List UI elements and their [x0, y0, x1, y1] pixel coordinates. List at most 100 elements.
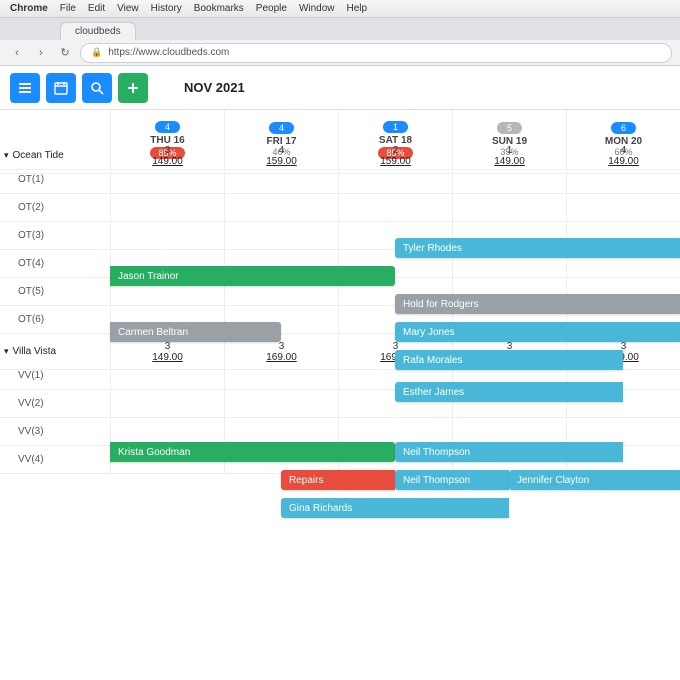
reservation-bar[interactable]: Esther James	[395, 382, 623, 402]
rate-value[interactable]: 159.00	[380, 156, 411, 167]
chevron-down-icon: ▾	[4, 346, 9, 357]
menu-file[interactable]: File	[60, 3, 76, 14]
calendar-icon	[54, 81, 68, 95]
rate-value[interactable]: 169.00	[266, 352, 297, 363]
lock-icon: 🔒	[91, 47, 102, 58]
availability-count: 2	[393, 145, 399, 156]
rate-value[interactable]: 159.00	[266, 156, 297, 167]
reservation-bar[interactable]: Repairs	[281, 470, 395, 490]
app-toolbar: NOV 2021	[0, 66, 680, 110]
availability-count: 1	[507, 145, 513, 156]
room-row-label[interactable]: VV(1)	[0, 362, 110, 390]
calendar-cell[interactable]	[224, 166, 338, 194]
room-name: OT(3)	[18, 230, 44, 241]
mac-menubar: Chrome File Edit View History Bookmarks …	[0, 0, 680, 18]
rate-value[interactable]: 149.00	[608, 156, 639, 167]
add-button[interactable]	[118, 73, 148, 103]
group-name: Ocean Tide	[13, 150, 64, 161]
menu-help[interactable]: Help	[347, 3, 368, 14]
calendar-cell[interactable]	[110, 390, 224, 418]
chevron-down-icon: ▾	[4, 150, 9, 161]
room-name: VV(2)	[18, 398, 44, 409]
calendar-cell[interactable]	[566, 166, 680, 194]
reservation-bar[interactable]: Neil Thompson	[395, 442, 623, 462]
reload-icon[interactable]: ↻	[56, 44, 74, 62]
menu-people[interactable]: People	[256, 3, 287, 14]
back-icon[interactable]: ‹	[8, 44, 26, 62]
browser-tab[interactable]: cloudbeds	[60, 22, 136, 40]
reservation-bar[interactable]: Tyler Rhodes	[395, 238, 680, 258]
availability-badge: 5	[497, 122, 522, 134]
room-name: VV(3)	[18, 426, 44, 437]
room-row-label[interactable]: OT(1)	[0, 166, 110, 194]
room-name: VV(4)	[18, 454, 44, 465]
availability-count: 3	[279, 341, 285, 352]
calendar-grid: 4THU 1685%4FRI 1746%1SAT 1885%5SUN 1935%…	[0, 110, 680, 474]
room-row-label[interactable]: VV(2)	[0, 390, 110, 418]
room-row-label[interactable]: OT(2)	[0, 194, 110, 222]
url-text: https://www.cloudbeds.com	[108, 47, 229, 58]
calendar-cell[interactable]	[224, 222, 338, 250]
menu-app[interactable]: Chrome	[10, 3, 48, 14]
month-title: NOV 2021	[184, 80, 245, 95]
calendar-cell[interactable]	[224, 390, 338, 418]
rate-value[interactable]: 149.00	[494, 156, 525, 167]
room-name: OT(5)	[18, 286, 44, 297]
availability-badge: 4	[269, 122, 294, 134]
plus-icon	[126, 81, 140, 95]
calendar-cell[interactable]	[110, 166, 224, 194]
url-field[interactable]: 🔒 https://www.cloudbeds.com	[80, 43, 672, 63]
calendar-cell[interactable]	[224, 362, 338, 390]
menu-window[interactable]: Window	[299, 3, 335, 14]
room-row-label[interactable]: OT(5)	[0, 278, 110, 306]
rate-value[interactable]: 149.00	[152, 352, 183, 363]
reservation-bar[interactable]: Jennifer Clayton	[509, 470, 680, 490]
rate-value[interactable]: 149.00	[152, 156, 183, 167]
menu-edit[interactable]: Edit	[88, 3, 105, 14]
calendar-button[interactable]	[46, 73, 76, 103]
room-name: VV(1)	[18, 370, 44, 381]
room-row-label[interactable]: VV(3)	[0, 418, 110, 446]
calendar-cell[interactable]	[452, 194, 566, 222]
menu-button[interactable]	[10, 73, 40, 103]
browser-urlbar: ‹ › ↻ 🔒 https://www.cloudbeds.com	[0, 40, 680, 66]
room-name: OT(2)	[18, 202, 44, 213]
menu-view[interactable]: View	[117, 3, 139, 14]
availability-badge: 4	[155, 121, 180, 133]
group-name: Villa Vista	[13, 346, 57, 357]
reservation-bar[interactable]: Neil Thompson	[395, 470, 509, 490]
menu-bookmarks[interactable]: Bookmarks	[194, 3, 244, 14]
forward-icon[interactable]: ›	[32, 44, 50, 62]
room-name: OT(6)	[18, 314, 44, 325]
room-row-label[interactable]: OT(6)	[0, 306, 110, 334]
reservation-bar[interactable]: Krista Goodman	[110, 442, 395, 462]
browser-tabbar: cloudbeds	[0, 18, 680, 40]
room-row-label[interactable]: OT(4)	[0, 250, 110, 278]
calendar-cell[interactable]	[110, 222, 224, 250]
menu-history[interactable]: History	[151, 3, 182, 14]
calendar-cell[interactable]	[338, 194, 452, 222]
reservation-bar[interactable]: Gina Richards	[281, 498, 509, 518]
availability-count: 4	[279, 145, 285, 156]
calendar-cell[interactable]	[338, 166, 452, 194]
menu-icon	[18, 81, 32, 95]
availability-badge: 1	[383, 121, 408, 133]
calendar-cell[interactable]	[452, 166, 566, 194]
calendar-cell[interactable]	[110, 362, 224, 390]
room-row-label[interactable]: VV(4)	[0, 446, 110, 474]
availability-count: 3	[165, 145, 171, 156]
availability-count: 4	[621, 145, 627, 156]
room-name: OT(1)	[18, 174, 44, 185]
reservation-bar[interactable]: Carmen Beltran	[110, 322, 281, 342]
search-icon	[90, 81, 104, 95]
search-button[interactable]	[82, 73, 112, 103]
calendar-cell[interactable]	[110, 194, 224, 222]
calendar-cell[interactable]	[566, 194, 680, 222]
calendar-cell[interactable]	[224, 194, 338, 222]
reservation-bar[interactable]: Mary Jones	[395, 322, 680, 342]
room-name: OT(4)	[18, 258, 44, 269]
reservation-bar[interactable]: Hold for Rodgers	[395, 294, 680, 314]
reservation-bar[interactable]: Jason Trainor	[110, 266, 395, 286]
reservation-bar[interactable]: Rafa Morales	[395, 350, 623, 370]
room-row-label[interactable]: OT(3)	[0, 222, 110, 250]
